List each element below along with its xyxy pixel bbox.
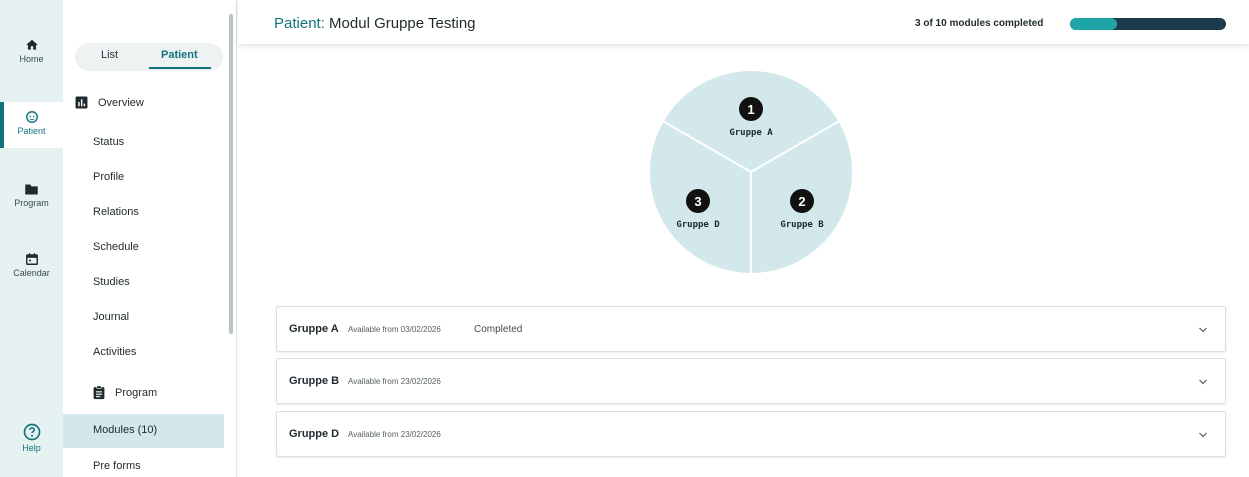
subnav-scrollbar[interactable] bbox=[229, 14, 233, 334]
help-icon bbox=[23, 423, 40, 441]
chevron-down-icon[interactable] bbox=[1197, 324, 1209, 336]
segment-number: 2 bbox=[798, 194, 805, 209]
nav-link-profile[interactable]: Profile bbox=[93, 171, 124, 183]
page-title-name: Modul Gruppe Testing bbox=[329, 15, 476, 32]
page-header: Patient: Modul Gruppe Testing 3 of 10 mo… bbox=[238, 0, 1249, 44]
view-toggle: List Patient bbox=[75, 43, 223, 71]
page-title: Patient: Modul Gruppe Testing bbox=[274, 15, 476, 32]
segment-number: 3 bbox=[694, 194, 701, 209]
rail-patient[interactable]: Patient bbox=[0, 102, 63, 148]
rail-help-label: Help bbox=[22, 443, 41, 453]
module-accordion-gruppe-a[interactable]: Gruppe A Available from 03/02/2026 Compl… bbox=[276, 306, 1226, 352]
segment-label: Gruppe B bbox=[780, 220, 824, 230]
nav-link-relations[interactable]: Relations bbox=[93, 206, 139, 218]
chevron-down-icon[interactable] bbox=[1197, 429, 1209, 441]
rail-help[interactable]: Help bbox=[0, 423, 63, 459]
navigation-rail: Home Patient Program Calendar Help bbox=[0, 0, 63, 477]
modules-progress-fill bbox=[1070, 18, 1117, 30]
toggle-list[interactable]: List bbox=[101, 49, 118, 61]
nav-link-schedule[interactable]: Schedule bbox=[93, 241, 139, 253]
module-status: Completed bbox=[474, 324, 523, 335]
rail-program[interactable]: Program bbox=[0, 183, 63, 219]
nav-link-status[interactable]: Status bbox=[93, 136, 124, 148]
module-accordion-gruppe-b[interactable]: Gruppe B Available from 23/02/2026 bbox=[276, 358, 1226, 404]
module-name: Gruppe B bbox=[289, 375, 340, 387]
clipboard-icon bbox=[93, 385, 105, 400]
nav-section-overview[interactable]: Overview bbox=[75, 96, 144, 109]
patient-face-icon bbox=[25, 111, 38, 123]
bar-chart-icon bbox=[75, 96, 88, 109]
toggle-patient[interactable]: Patient bbox=[161, 49, 198, 61]
chevron-down-icon[interactable] bbox=[1197, 376, 1209, 388]
folder-icon bbox=[25, 184, 38, 195]
nav-link-activities[interactable]: Activities bbox=[93, 346, 136, 358]
nav-section-program-label: Program bbox=[115, 386, 158, 399]
home-icon bbox=[25, 39, 38, 50]
module-name: Gruppe A bbox=[289, 323, 339, 335]
rail-calendar-label: Calendar bbox=[13, 268, 50, 278]
rail-home-label: Home bbox=[19, 54, 44, 64]
secondary-navigation: List Patient Overview Status Profile Rel… bbox=[63, 0, 237, 477]
module-group-wheel: 1 Gruppe A 2 Gruppe B 3 Gruppe D bbox=[649, 70, 853, 274]
rail-patient-label: Patient bbox=[17, 126, 46, 136]
rail-calendar[interactable]: Calendar bbox=[0, 252, 63, 288]
module-group-pie: 1 Gruppe A 2 Gruppe B 3 Gruppe D bbox=[650, 71, 852, 273]
segment-label: Gruppe A bbox=[729, 128, 773, 138]
module-availability: Available from 23/02/2026 bbox=[348, 377, 441, 386]
rail-home[interactable]: Home bbox=[0, 38, 63, 78]
modules-progress-text: 3 of 10 modules completed bbox=[915, 18, 1044, 29]
segment-label: Gruppe D bbox=[676, 220, 720, 230]
module-availability: Available from 03/02/2026 bbox=[348, 325, 441, 334]
nav-section-overview-label: Overview bbox=[98, 96, 144, 109]
nav-section-program[interactable]: Program bbox=[93, 385, 157, 400]
module-name: Gruppe D bbox=[289, 428, 340, 440]
calendar-icon bbox=[25, 253, 38, 265]
nav-link-journal[interactable]: Journal bbox=[93, 311, 129, 323]
nav-link-pre-forms[interactable]: Pre forms bbox=[93, 460, 141, 472]
modules-progress-bar bbox=[1070, 18, 1226, 30]
segment-number: 1 bbox=[747, 102, 754, 117]
module-accordion-gruppe-d[interactable]: Gruppe D Available from 23/02/2026 bbox=[276, 411, 1226, 457]
page-title-prefix: Patient: bbox=[274, 15, 325, 32]
rail-program-label: Program bbox=[14, 198, 49, 208]
nav-link-studies[interactable]: Studies bbox=[93, 276, 130, 288]
module-availability: Available from 23/02/2026 bbox=[348, 430, 441, 439]
toggle-active-indicator bbox=[149, 67, 211, 69]
nav-link-modules[interactable]: Modules (10) bbox=[63, 414, 224, 448]
